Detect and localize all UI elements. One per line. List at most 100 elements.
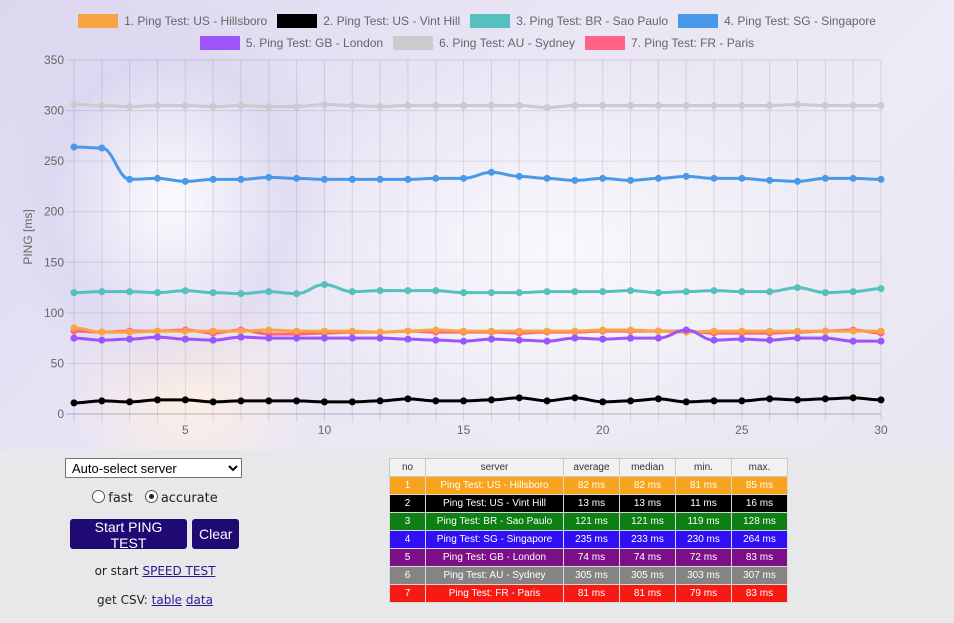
- y-tick-label: 150: [44, 255, 64, 269]
- series-4: [70, 143, 885, 185]
- data-point: [320, 281, 328, 289]
- table-header-row: no server average median min. max.: [389, 458, 788, 477]
- header-min: min.: [675, 458, 732, 477]
- csv-data-link[interactable]: data: [186, 593, 213, 607]
- data-point: [654, 395, 662, 403]
- cell-no: 3: [389, 512, 426, 531]
- data-point: [543, 174, 551, 182]
- cell-median: 121 ms: [619, 512, 676, 531]
- data-point: [320, 327, 328, 335]
- clear-button[interactable]: Clear: [192, 519, 240, 549]
- data-point: [515, 394, 523, 402]
- action-buttons: Start PING TEST Clear: [65, 519, 245, 551]
- radio-accurate-circle[interactable]: [144, 490, 158, 503]
- table-row: 6 Ping Test: AU - Sydney 305 ms 305 ms 3…: [389, 566, 788, 585]
- data-point: [599, 335, 607, 343]
- data-point: [126, 288, 134, 296]
- data-point: [404, 395, 412, 403]
- cell-server: Ping Test: US - Hillsboro: [425, 476, 564, 495]
- data-point: [181, 102, 189, 110]
- cell-max: 307 ms: [731, 566, 788, 585]
- data-point: [237, 327, 245, 335]
- cell-max: 128 ms: [731, 512, 788, 531]
- data-point: [293, 334, 301, 342]
- data-point: [153, 333, 161, 341]
- x-tick-label: 15: [457, 423, 471, 437]
- start-ping-test-button[interactable]: Start PING TEST: [70, 519, 187, 551]
- cell-median: 81 ms: [619, 584, 676, 603]
- data-point: [571, 288, 579, 296]
- table-row: 3 Ping Test: BR - Sao Paulo 121 ms 121 m…: [389, 512, 788, 531]
- data-point: [877, 102, 885, 110]
- cell-min: 303 ms: [675, 566, 732, 585]
- cell-max: 264 ms: [731, 530, 788, 549]
- cell-median: 305 ms: [619, 566, 676, 585]
- data-point: [376, 175, 384, 183]
- data-point: [738, 174, 746, 182]
- data-point: [821, 334, 829, 342]
- data-point: [432, 287, 440, 295]
- data-point: [654, 102, 662, 110]
- ping-controls: Auto-select server fast accurate Start P…: [65, 458, 245, 607]
- data-point: [710, 327, 718, 335]
- radio-accurate-label: accurate: [160, 491, 218, 506]
- data-point: [738, 102, 746, 110]
- csv-table-link[interactable]: table: [152, 593, 182, 607]
- data-point: [821, 174, 829, 182]
- chart-series: [70, 101, 885, 407]
- data-point: [627, 334, 635, 342]
- data-point: [571, 102, 579, 110]
- data-point: [766, 327, 774, 335]
- data-point: [404, 335, 412, 343]
- data-point: [209, 336, 217, 344]
- data-point: [682, 102, 690, 110]
- table-row: 7 Ping Test: FR - Paris 81 ms 81 ms 79 m…: [389, 584, 788, 603]
- data-point: [348, 288, 356, 296]
- series-line: [73, 396, 882, 405]
- data-point: [682, 172, 690, 180]
- data-point: [181, 396, 189, 404]
- data-point: [487, 168, 495, 176]
- table-row: 1 Ping Test: US - Hillsboro 82 ms 82 ms …: [389, 476, 788, 495]
- radio-accurate[interactable]: accurate: [144, 490, 218, 506]
- data-point: [70, 143, 78, 151]
- data-point: [543, 288, 551, 296]
- data-point: [794, 101, 802, 109]
- radio-fast-circle[interactable]: [92, 490, 106, 503]
- data-point: [487, 396, 495, 404]
- data-point: [766, 288, 774, 296]
- radio-fast[interactable]: fast: [92, 490, 133, 506]
- data-point: [376, 334, 384, 342]
- data-point: [70, 289, 78, 297]
- data-point: [126, 328, 134, 336]
- server-select[interactable]: Auto-select server: [65, 458, 242, 478]
- chart-grid: [66, 59, 882, 422]
- data-point: [98, 328, 106, 336]
- data-point: [821, 289, 829, 297]
- data-point: [348, 334, 356, 342]
- data-point: [153, 327, 161, 335]
- or-start-text: or start: [94, 564, 139, 578]
- data-point: [487, 102, 495, 110]
- data-point: [265, 173, 273, 181]
- data-point: [766, 395, 774, 403]
- data-point: [877, 396, 885, 404]
- cell-no: 4: [389, 530, 426, 549]
- data-point: [849, 337, 857, 345]
- speed-test-link[interactable]: SPEED TEST: [142, 564, 215, 578]
- cell-server: Ping Test: AU - Sydney: [425, 566, 564, 585]
- cell-no: 6: [389, 566, 426, 585]
- data-point: [98, 144, 106, 152]
- y-tick-label: 50: [51, 356, 65, 370]
- data-point: [348, 327, 356, 335]
- data-point: [460, 289, 468, 297]
- data-point: [654, 327, 662, 335]
- cell-min: 119 ms: [675, 512, 732, 531]
- data-point: [265, 397, 273, 405]
- data-point: [126, 335, 134, 343]
- data-point: [70, 324, 78, 332]
- data-point: [627, 287, 635, 295]
- data-point: [320, 398, 328, 406]
- data-point: [849, 102, 857, 110]
- data-point: [877, 327, 885, 335]
